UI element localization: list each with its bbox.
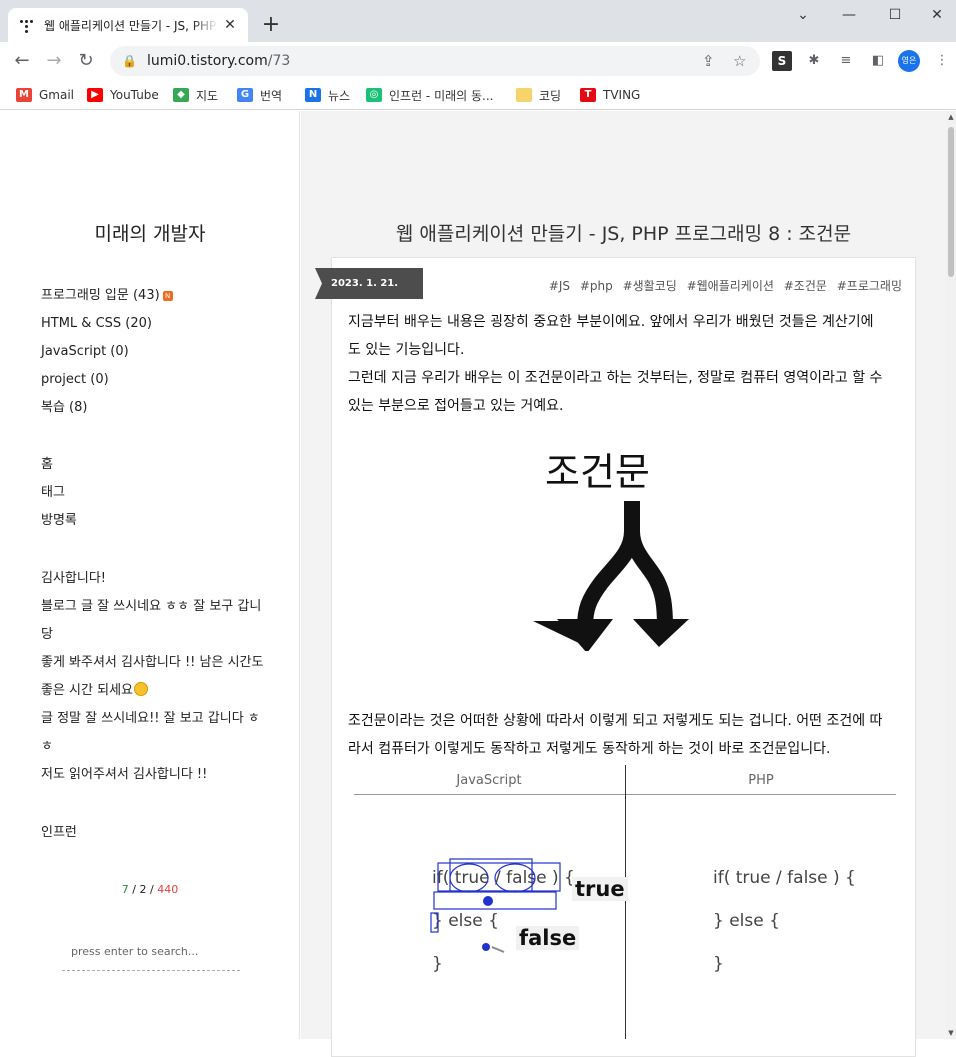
comment-item[interactable]: 좋게 봐주셔서 김사합니다 !! 남은 시간도 — [41, 649, 263, 677]
post-tags[interactable]: #JS #php #생활코딩 #웹애플리케이션 #조건문 #프로그래밍 — [549, 277, 902, 294]
maps-icon: ◆ — [173, 88, 189, 102]
js-php-comparison: JavaScript PHP if( true / false ) { } el… — [354, 765, 896, 1039]
active-tab[interactable]: 웹 애플리케이션 만들기 - JS, PHP 프로그래밍 8 : 조건문 ✕ — [8, 8, 248, 42]
bookmark-label: Gmail — [39, 88, 75, 102]
category-item[interactable]: JavaScript (0) — [41, 338, 173, 366]
bookmark-star-icon[interactable]: ☆ — [733, 52, 746, 70]
bookmark-label: TVING — [603, 88, 641, 102]
post-title: 웹 애플리케이션 만들기 - JS, PHP 프로그래밍 8 : 조건문 — [395, 223, 852, 245]
bookmark-item[interactable]: T TVING — [580, 85, 640, 105]
category-item[interactable]: 복습 (8) — [41, 394, 173, 422]
bookmark-item[interactable]: 코딩 — [516, 85, 561, 105]
comment-item[interactable]: 김사합니다! — [41, 565, 263, 593]
counter-yesterday: 2 — [139, 883, 147, 896]
comment-item[interactable]: 저도 읽어주셔서 김사합니다 !! — [41, 761, 263, 789]
scroll-up-icon[interactable]: ▲ — [946, 113, 956, 121]
side-panel-icon[interactable]: ◧ — [868, 51, 888, 71]
lock-icon[interactable]: 🔒 — [122, 54, 137, 68]
blog-sidebar: 미래의 개발자 프로그래밍 입문 (43) N HTML & CSS (20) J… — [0, 111, 300, 1039]
bookmarks-bar: M Gmail ▶ YouTube ◆ 지도 G 번역 N 뉴스 ◎ 인프런 - 미래의 동... 코딩… — [0, 80, 956, 110]
branch-arrow-icon — [533, 501, 689, 651]
php-code: if( true / false ) { } else { } — [713, 868, 856, 974]
new-tab-button[interactable]: + — [258, 12, 284, 38]
category-item[interactable]: 프로그래밍 입문 (43) N — [41, 282, 173, 310]
tab-search-icon[interactable]: ⌄ — [780, 0, 826, 30]
bookmark-label: 코딩 — [539, 88, 562, 103]
tving-icon: T — [580, 88, 596, 102]
condition-figure: 조건문 — [533, 441, 693, 651]
reload-button[interactable]: ↻ — [72, 47, 100, 75]
media-control-icon[interactable]: ≡ — [836, 51, 856, 71]
bookmark-item[interactable]: G 번역 — [237, 85, 282, 105]
counter-today: 7 — [121, 883, 129, 896]
false-label: false — [516, 926, 580, 950]
bookmark-label: 번역 — [260, 88, 283, 103]
handwritten-annotation-icon — [430, 858, 561, 953]
folder-icon — [516, 88, 532, 102]
bookmark-item[interactable]: N 뉴스 — [305, 85, 350, 105]
comment-item[interactable]: 블로그 글 잘 쓰시네요 ㅎㅎ 잘 보구 갑니 — [41, 593, 263, 621]
tistory-favicon-icon — [18, 17, 34, 33]
maximize-button[interactable]: ☐ — [872, 0, 918, 30]
bookmark-label: 지도 — [196, 88, 219, 103]
php-column-head: PHP — [748, 773, 774, 788]
inflearn-link[interactable]: 인프런 — [41, 819, 77, 847]
blog-nav: 홈 태그 방명록 — [41, 451, 77, 535]
bookmark-item[interactable]: M Gmail — [16, 85, 74, 105]
extension-s-icon[interactable]: S — [772, 51, 792, 71]
bookmark-item[interactable]: ◆ 지도 — [173, 85, 218, 105]
counter-total: 440 — [157, 883, 179, 896]
url-host: lumi0.tistory.com — [146, 53, 268, 69]
bookmark-item[interactable]: ◎ 인프런 - 미래의 동... — [366, 85, 494, 105]
news-icon: N — [305, 88, 321, 102]
tab-close-icon[interactable]: ✕ — [222, 17, 238, 33]
recent-comments: 김사합니다! 블로그 글 잘 쓰시네요 ㅎㅎ 잘 보구 갑니 당 좋게 봐주셔서… — [41, 565, 263, 789]
blog-title[interactable]: 미래의 개발자 — [0, 219, 300, 246]
comment-item[interactable]: 글 정말 잘 쓰시네요!! 잘 보고 갑니다 ㅎ — [41, 705, 263, 733]
visit-counter: 7 / 2 / 440 — [121, 883, 179, 896]
comment-item[interactable]: ㅎ — [41, 733, 263, 761]
category-item[interactable]: project (0) — [41, 366, 173, 394]
post-date: 2023. 1. 21. 01:25 — [315, 268, 423, 299]
tab-title: 웹 애플리케이션 만들기 - JS, PHP 프로그래밍 8 : 조건문 — [44, 18, 218, 33]
scrollbar-thumb[interactable] — [948, 127, 954, 277]
profile-avatar[interactable]: 영은 — [898, 50, 920, 72]
comment-item[interactable]: 좋은 시간 되세요 — [41, 677, 263, 705]
back-button[interactable]: ← — [8, 47, 36, 75]
post-paragraph-2: 조건문이라는 것은 어떠한 상황에 따라서 이렇게 되고 저렇게도 되는 겁니다… — [348, 713, 883, 757]
post-paragraph-1: 지금부터 배우는 내용은 굉장히 중요한 부분이에요. 앞에서 우리가 배웠던 … — [348, 314, 883, 414]
close-window-button[interactable]: ✕ — [918, 0, 956, 30]
nav-guestbook[interactable]: 방명록 — [41, 507, 77, 535]
blog-search-input[interactable]: press enter to search... — [62, 941, 240, 971]
minimize-button[interactable]: — — [826, 0, 872, 30]
js-column-head: JavaScript — [456, 773, 522, 788]
inflearn-icon: ◎ — [366, 88, 382, 102]
bookmark-label: YouTube — [110, 88, 159, 102]
tab-strip: 웹 애플리케이션 만들기 - JS, PHP 프로그래밍 8 : 조건문 ✕ +… — [0, 0, 956, 42]
post-area: 웹 애플리케이션 만들기 - JS, PHP 프로그래밍 8 : 조건문 202… — [301, 111, 946, 1057]
nav-tags[interactable]: 태그 — [41, 479, 77, 507]
youtube-icon: ▶ — [87, 88, 103, 102]
new-badge-icon: N — [162, 291, 173, 301]
forward-button[interactable]: → — [40, 47, 68, 75]
chrome-menu-icon[interactable]: ⋮ — [932, 51, 952, 71]
share-icon[interactable]: ⇪ — [702, 52, 715, 70]
smile-emoji-icon — [134, 682, 148, 696]
bookmark-label: 인프런 - 미래의 동... — [389, 88, 494, 103]
category-list: 프로그래밍 입문 (43) N HTML & CSS (20) JavaScrip… — [41, 282, 173, 422]
page-scrollbar[interactable]: ▲ ▼ — [946, 111, 956, 1039]
true-label: true — [572, 877, 628, 901]
comment-item[interactable]: 당 — [41, 621, 263, 649]
bookmark-label: 뉴스 — [328, 88, 351, 103]
nav-home[interactable]: 홈 — [41, 451, 77, 479]
gmail-icon: M — [16, 88, 32, 102]
bookmark-item[interactable]: ▶ YouTube — [87, 85, 159, 105]
scroll-down-icon[interactable]: ▼ — [946, 1029, 956, 1037]
translate-icon: G — [237, 88, 253, 102]
address-bar[interactable]: 🔒 lumi0.tistory.com/73 ⇪ ☆ — [110, 46, 760, 76]
url-path: /73 — [267, 53, 291, 69]
browser-toolbar: ← → ↻ 🔒 lumi0.tistory.com/73 ⇪ ☆ S ✱ ≡ ◧… — [0, 42, 956, 80]
extensions-puzzle-icon[interactable]: ✱ — [804, 51, 824, 71]
category-item[interactable]: HTML & CSS (20) — [41, 310, 173, 338]
